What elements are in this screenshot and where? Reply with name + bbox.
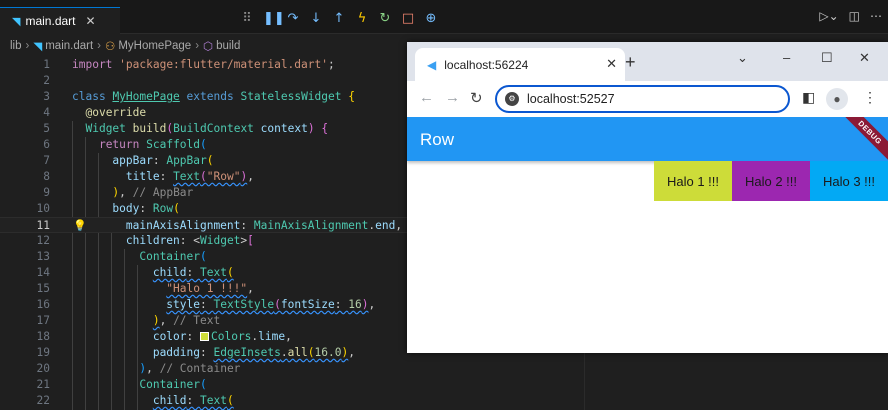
editor-tab-main-dart[interactable]: ◥ main.dart ✕ bbox=[0, 7, 120, 34]
editor-tab-label: main.dart bbox=[25, 14, 76, 28]
side-panel-icon[interactable]: ◧ bbox=[802, 89, 815, 106]
browser-tab-close-icon[interactable]: ✕ bbox=[606, 56, 617, 72]
split-editor-icon[interactable]: ◫ bbox=[849, 9, 860, 23]
new-tab-button[interactable]: + bbox=[625, 52, 636, 73]
code-line: 20 ), // Container bbox=[36, 362, 241, 375]
browser-tab-title: localhost:56224 bbox=[444, 57, 529, 72]
editor-tab-bar: ◥ main.dart ✕ ⠿ ❚❚ ↷ ↓ ↑ ϟ ↻ □ ⊕ ▷⌄ ◫ ⋯ bbox=[0, 0, 888, 34]
browser-window: ◀ localhost:56224 ✕ + ⌄ – ☐ ✕ ← → ↻ ⚙ lo… bbox=[407, 42, 888, 353]
halo-2-box: Halo 2 !!! bbox=[732, 161, 810, 201]
tab-list-icon[interactable]: ⌄ bbox=[737, 50, 748, 66]
run-debug-icon[interactable]: ▷⌄ bbox=[819, 9, 838, 23]
dart-file-icon: ◥ bbox=[12, 15, 21, 28]
browser-tab[interactable]: ◀ localhost:56224 ✕ bbox=[415, 48, 625, 81]
breadcrumb-lib[interactable]: lib bbox=[10, 40, 22, 52]
close-window-button[interactable]: ✕ bbox=[859, 50, 870, 66]
address-url: localhost:52527 bbox=[527, 92, 615, 106]
address-bar[interactable]: ⚙ localhost:52527 bbox=[495, 85, 790, 113]
step-into-icon[interactable]: ↓ bbox=[309, 11, 323, 26]
maximize-button[interactable]: ☐ bbox=[821, 50, 833, 66]
editor-tab-close-icon[interactable]: ✕ bbox=[86, 14, 96, 28]
browser-toolbar: ← → ↻ ⚙ localhost:52527 ◧ ● ⋮ bbox=[407, 81, 888, 117]
pause-icon[interactable]: ❚❚ bbox=[263, 11, 285, 26]
chevron-right-icon: › bbox=[97, 40, 101, 52]
code-line: 22 child: Text( bbox=[36, 394, 234, 407]
breadcrumb-file[interactable]: main.dart bbox=[45, 40, 93, 52]
restart-icon[interactable]: ↻ bbox=[378, 11, 392, 26]
chevron-right-icon: › bbox=[195, 40, 200, 52]
debug-toolbar: ⠿ ❚❚ ↷ ↓ ↑ ϟ ↻ □ ⊕ bbox=[240, 6, 438, 30]
method-icon: ⬡ bbox=[203, 41, 214, 53]
drag-handle-icon[interactable]: ⠿ bbox=[240, 11, 254, 26]
code-line: 21 Container( bbox=[36, 378, 207, 391]
color-swatch-icon[interactable] bbox=[200, 332, 209, 341]
hot-reload-icon[interactable]: ϟ bbox=[355, 11, 369, 26]
flutter-app-viewport: Row DEBUG Halo 1 !!! Halo 2 !!! Halo 3 !… bbox=[407, 117, 888, 353]
page-title: Row bbox=[420, 130, 455, 149]
stop-icon[interactable]: □ bbox=[401, 11, 415, 26]
halo-1-box: Halo 1 !!! bbox=[654, 161, 732, 201]
browser-tab-strip: ◀ localhost:56224 ✕ + ⌄ – ☐ ✕ bbox=[407, 42, 888, 81]
class-icon: ⚇ bbox=[105, 41, 116, 53]
profile-avatar-icon[interactable]: ● bbox=[826, 88, 848, 110]
chevron-right-icon: › bbox=[25, 40, 30, 52]
row-container: Halo 1 !!! Halo 2 !!! Halo 3 !!! bbox=[407, 161, 888, 201]
app-bar: Row DEBUG bbox=[407, 117, 888, 166]
breadcrumb-class[interactable]: MyHomePage bbox=[118, 40, 191, 52]
panel-divider bbox=[584, 353, 585, 410]
browser-menu-icon[interactable]: ⋮ bbox=[863, 89, 877, 106]
halo-3-box: Halo 3 !!! bbox=[810, 161, 888, 201]
more-actions-icon[interactable]: ⋯ bbox=[870, 9, 882, 23]
forward-arrow-icon[interactable]: → bbox=[445, 89, 460, 106]
flutter-favicon-icon: ◀ bbox=[427, 57, 437, 72]
minimize-button[interactable]: – bbox=[783, 50, 790, 65]
back-arrow-icon[interactable]: ← bbox=[419, 89, 434, 106]
step-out-icon[interactable]: ↑ bbox=[332, 11, 346, 26]
debug-banner: DEBUG bbox=[837, 117, 888, 166]
site-info-icon[interactable]: ⚙ bbox=[505, 92, 519, 106]
step-over-icon[interactable]: ↷ bbox=[286, 11, 300, 26]
dart-file-icon: ◥ bbox=[33, 41, 43, 53]
editor-actions: ▷⌄ ◫ ⋯ bbox=[819, 9, 882, 23]
reload-icon[interactable]: ↻ bbox=[470, 89, 483, 107]
breadcrumb-method[interactable]: build bbox=[216, 40, 240, 52]
inspect-widget-icon[interactable]: ⊕ bbox=[424, 11, 438, 26]
